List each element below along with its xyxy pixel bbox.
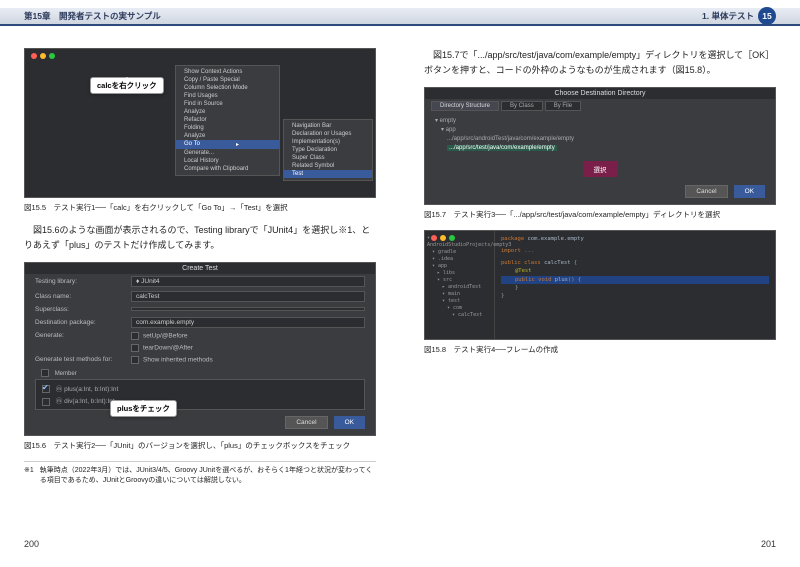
show-inherited-checkbox[interactable]: Show inherited methods	[131, 356, 213, 364]
fig-15-8-screenshot: ▾ AndroidStudioProjects/empty3 ▾ gradle …	[424, 230, 776, 340]
context-menu-item[interactable]: Folding	[176, 124, 279, 132]
superclass-field[interactable]	[131, 307, 365, 311]
fig-15-6-screenshot: Create Test Testing library: ♦ JUnit4 Cl…	[24, 262, 376, 436]
project-tree-node[interactable]: ▾ main	[427, 291, 492, 298]
fig-15-6-caption: 図15.6 テスト実行2──「JUnit」のバージョンを選択し、「plus」のチ…	[24, 440, 376, 451]
ide-project-tree[interactable]: ▾ AndroidStudioProjects/empty3 ▾ gradle …	[425, 231, 495, 339]
gen-methods-label: Generate test methods for:	[35, 356, 125, 363]
destination-field[interactable]: com.example.empty	[131, 317, 365, 328]
callout-check-plus: plusをチェック	[110, 400, 177, 417]
footnote-text: 執筆時点（2022年3月）では、JUnit3/4/5、Groovy JUnitを…	[40, 466, 376, 487]
context-menu-item[interactable]: Refactor	[176, 116, 279, 124]
ide-window-controls	[431, 235, 455, 241]
dir-tree-node[interactable]: .../app/src/androidTest/java/com/example…	[435, 135, 765, 144]
window-controls	[31, 53, 55, 59]
method-row[interactable]: ⓜ div(a:Int, b:Int):Int	[36, 394, 364, 406]
page-header-right: 1. 単体テスト 15	[400, 8, 800, 26]
member-header: Member	[55, 371, 77, 377]
section-title: 1. 単体テスト	[702, 10, 754, 22]
dest-tab[interactable]: By Class	[501, 101, 543, 111]
project-tree-node[interactable]: ▾ com	[427, 305, 492, 312]
context-menu-item[interactable]: Analyze	[176, 132, 279, 140]
project-tree-node[interactable]: ▸ androidTest	[427, 284, 492, 291]
method-row[interactable]: ⓜ plus(a:Int, b:Int):Int	[36, 382, 364, 394]
dest-tab[interactable]: Directory Structure	[431, 101, 499, 111]
class-name-label: Class name:	[35, 293, 125, 300]
project-tree-node[interactable]: ▾ test	[427, 298, 492, 305]
context-submenu-item[interactable]: Related Symbol	[284, 162, 372, 170]
context-submenu-item[interactable]: Implementation(s)	[284, 138, 372, 146]
project-tree-node[interactable]: ▾ calcTest	[427, 312, 492, 319]
project-tree-node[interactable]: ▾ .idea	[427, 256, 492, 263]
context-menu-item[interactable]: Show Context Actions	[176, 68, 279, 76]
ide-editor[interactable]: package com.example.empty import ... pub…	[495, 231, 775, 339]
context-menu-item[interactable]: Generate...	[176, 149, 279, 157]
superclass-label: Superclass:	[35, 306, 125, 313]
chapter-title: 第15章 開発者テストの実サンプル	[24, 10, 161, 22]
page-header-left: 第15章 開発者テストの実サンプル	[0, 8, 400, 26]
context-menu-item[interactable]: Local History	[176, 157, 279, 165]
class-name-field[interactable]: calcTest	[131, 291, 365, 302]
context-menu-item[interactable]: Compare with Clipboard	[176, 165, 279, 173]
create-test-dialog: Create Test Testing library: ♦ JUnit4 Cl…	[25, 263, 375, 435]
context-menu-main[interactable]: Show Context ActionsCopy / Paste Special…	[175, 65, 280, 176]
context-menu-item[interactable]: Copy / Paste Special	[176, 76, 279, 84]
project-tree-node[interactable]: ▸ libs	[427, 270, 492, 277]
fig-15-7-screenshot: Choose Destination Directory Directory S…	[424, 87, 776, 205]
dir-tree-node[interactable]: ▾ empty	[435, 117, 765, 126]
context-submenu-item[interactable]: Declaration or Usages	[284, 130, 372, 138]
testing-library-select[interactable]: ♦ JUnit4	[131, 276, 365, 287]
dest-tab[interactable]: By File	[545, 101, 581, 111]
fig-15-7-caption: 図15.7 テスト実行3──「.../app/src/test/java/com…	[424, 209, 776, 220]
destination-label: Destination package:	[35, 319, 125, 326]
context-submenu-item[interactable]: Super Class	[284, 154, 372, 162]
teardown-checkbox[interactable]: tearDown/@After	[131, 344, 193, 352]
generate-label: Generate:	[35, 332, 125, 339]
context-submenu-item[interactable]: Navigation Bar	[284, 122, 372, 130]
context-menu-item[interactable]: Find in Source	[176, 100, 279, 108]
fig-15-5-caption: 図15.5 テスト実行1──「calc」を右クリックして「Go To」→「Tes…	[24, 202, 376, 213]
select-button[interactable]: 選択	[583, 161, 618, 177]
directory-tree[interactable]: ▾ empty ▾ app .../app/src/androidTest/ja…	[435, 117, 765, 153]
callout-calc-right-click: calcを右クリック	[90, 77, 164, 94]
chapter-badge: 15	[758, 7, 776, 25]
dialog-title: Create Test	[25, 263, 375, 274]
project-tree-node[interactable]: ▾ gradle	[427, 249, 492, 256]
context-submenu-item[interactable]: Test	[284, 170, 372, 178]
context-menu-item[interactable]: Analyze	[176, 108, 279, 116]
page-number-right: 201	[761, 539, 776, 549]
dest-cancel-button[interactable]: Cancel	[685, 185, 727, 198]
dir-tree-node[interactable]: .../app/src/test/java/com/example/empty	[435, 144, 765, 153]
footnote-1: ※1 執筆時点（2022年3月）では、JUnit3/4/5、Groovy JUn…	[24, 461, 376, 487]
choose-dest-title: Choose Destination Directory	[425, 88, 775, 99]
project-tree-node[interactable]: ▾ app	[427, 263, 492, 270]
testing-library-label: Testing library:	[35, 278, 125, 285]
context-submenu-goto[interactable]: Navigation BarDeclaration or UsagesImple…	[283, 119, 373, 181]
dir-tree-node[interactable]: ▾ app	[435, 126, 765, 135]
body-paragraph-1: 図15.6のような画面が表示されるので、Testing libraryで「JUn…	[24, 223, 376, 254]
context-menu-item[interactable]: Find Usages	[176, 92, 279, 100]
choose-dest-tabs[interactable]: Directory StructureBy ClassBy File	[425, 99, 775, 113]
body-paragraph-right-1: 図15.7で「.../app/src/test/java/com/example…	[424, 48, 776, 79]
left-page: 第15章 開発者テストの実サンプル calcを右クリック Show Contex…	[0, 0, 400, 567]
context-submenu-item[interactable]: Type Declaration	[284, 146, 372, 154]
cancel-button[interactable]: Cancel	[285, 416, 327, 429]
methods-list[interactable]: ⓜ plus(a:Int, b:Int):Int ⓜ div(a:Int, b:…	[35, 379, 365, 410]
setup-checkbox[interactable]: setUp/@Before	[131, 332, 188, 340]
ok-button[interactable]: OK	[334, 416, 365, 429]
context-menu-item[interactable]: Column Selection Mode	[176, 84, 279, 92]
dest-ok-button[interactable]: OK	[734, 185, 765, 198]
context-menu-item[interactable]: Go To▸	[176, 140, 279, 149]
right-page: 1. 単体テスト 15 図15.7で「.../app/src/test/java…	[400, 0, 800, 567]
fig-15-8-caption: 図15.8 テスト実行4──フレームの作成	[424, 344, 776, 355]
footnote-mark: ※1	[24, 466, 34, 487]
project-tree-node[interactable]: ▾ src	[427, 277, 492, 284]
fig-15-5-screenshot: calcを右クリック Show Context ActionsCopy / Pa…	[24, 48, 376, 198]
page-number-left: 200	[24, 539, 39, 549]
